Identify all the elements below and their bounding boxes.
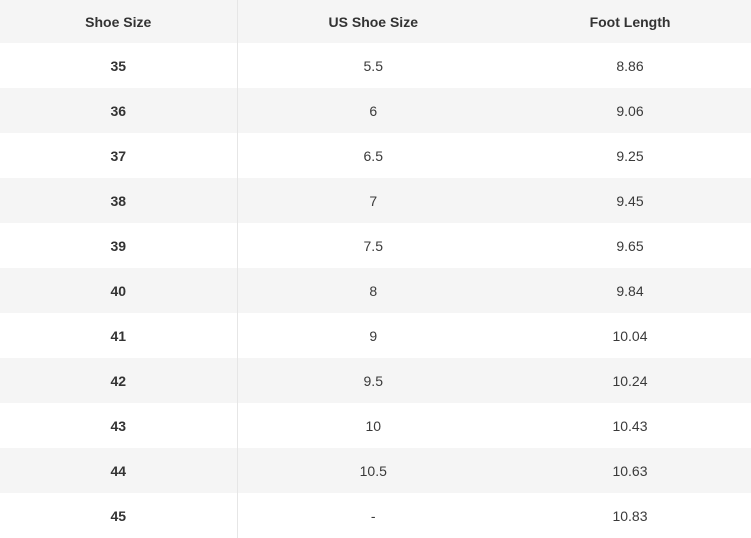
shoe-size-cell: 39: [0, 223, 238, 268]
table-row: 40 8 9.84: [0, 268, 751, 313]
foot-length-cell: 10.24: [612, 372, 648, 389]
shoe-size-cell: 40: [0, 268, 238, 313]
table-row: 41 9 10.04: [0, 313, 751, 358]
us-shoe-size-cell: 9: [369, 327, 378, 344]
table-row: 44 10.5 10.63: [0, 448, 751, 493]
shoe-size-cell: 43: [0, 403, 238, 448]
us-shoe-size-cell: 9.5: [363, 372, 383, 389]
shoe-size-cell: 44: [0, 448, 238, 493]
shoe-size-cell: 41: [0, 313, 238, 358]
us-shoe-size-cell: 10.5: [359, 462, 387, 479]
header-us-shoe-size: US Shoe Size: [237, 0, 509, 43]
us-shoe-size-cell: -: [370, 507, 376, 524]
shoe-size-cell: 36: [0, 88, 238, 133]
foot-length-cell: 9.06: [616, 102, 644, 119]
us-shoe-size-cell: 6.5: [363, 147, 383, 164]
foot-length-cell: 10.43: [612, 417, 648, 434]
foot-length-cell: 10.83: [612, 507, 648, 524]
table-row: 42 9.5 10.24: [0, 358, 751, 403]
table-row: 37 6.5 9.25: [0, 133, 751, 178]
foot-length-cell: 10.04: [612, 327, 648, 344]
foot-length-cell: 9.65: [616, 237, 644, 254]
foot-length-cell: 10.63: [612, 462, 648, 479]
shoe-size-cell: 45: [0, 493, 238, 538]
shoe-size-cell: 42: [0, 358, 238, 403]
us-shoe-size-cell: 8: [369, 282, 378, 299]
table-row: 38 7 9.45: [0, 178, 751, 223]
header-foot-length: Foot Length: [509, 0, 751, 43]
foot-length-cell: 9.25: [616, 147, 644, 164]
shoe-size-cell: 38: [0, 178, 238, 223]
foot-length-cell: 8.86: [616, 57, 644, 74]
foot-length-cell: 9.84: [616, 282, 644, 299]
table-body: 35 5.5 8.86 36 6 9.06 37 6.5 9.25 38 7 9…: [0, 43, 751, 538]
table-row: 35 5.5 8.86: [0, 43, 751, 88]
header-row: Shoe Size US Shoe Size Foot Length: [0, 0, 751, 43]
foot-length-cell: 9.45: [616, 192, 644, 209]
table-header: Shoe Size US Shoe Size Foot Length: [0, 0, 751, 43]
shoe-size-table: Shoe Size US Shoe Size Foot Length 35 5.…: [0, 0, 751, 538]
us-shoe-size-cell: 5.5: [363, 57, 383, 74]
table-row: 36 6 9.06: [0, 88, 751, 133]
shoe-size-cell: 35: [0, 43, 238, 88]
shoe-size-cell: 37: [0, 133, 238, 178]
us-shoe-size-cell: 7: [369, 192, 378, 209]
us-shoe-size-cell: 7.5: [363, 237, 383, 254]
us-shoe-size-cell: 10: [365, 417, 382, 434]
table-row: 45 - 10.83: [0, 493, 751, 538]
us-shoe-size-cell: 6: [369, 102, 378, 119]
header-shoe-size: Shoe Size: [0, 0, 238, 43]
table-row: 43 10 10.43: [0, 403, 751, 448]
table-row: 39 7.5 9.65: [0, 223, 751, 268]
